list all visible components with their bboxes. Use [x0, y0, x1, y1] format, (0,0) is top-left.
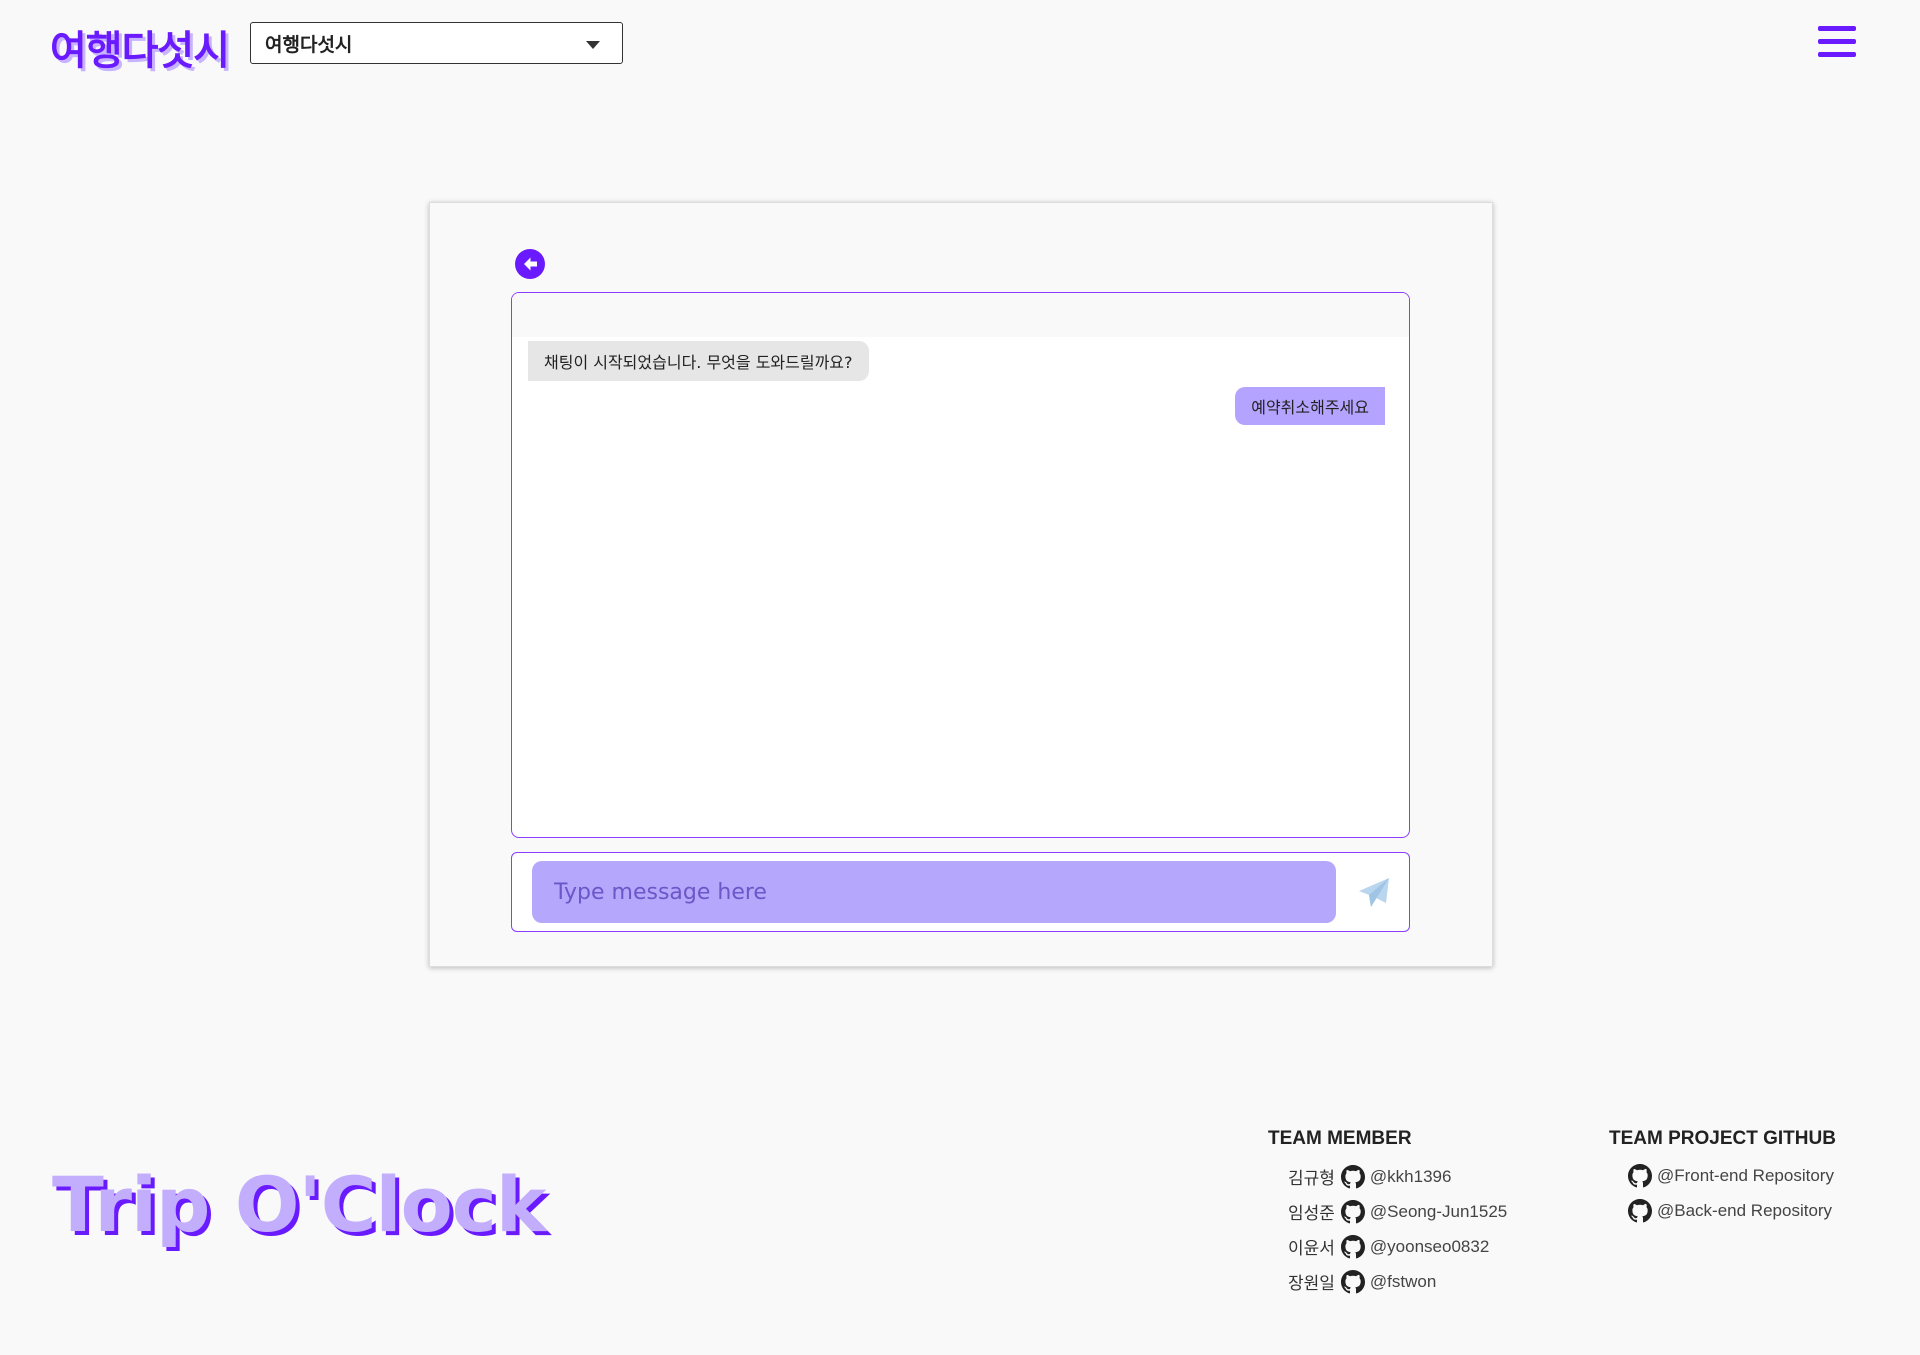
- member-github-link[interactable]: @Seong-Jun1525: [1370, 1202, 1507, 1222]
- user-message: 예약취소해주세요: [1235, 387, 1385, 425]
- chat-message-list[interactable]: 채팅이 시작되었습니다. 무엇을 도와드릴까요? 예약취소해주세요: [511, 292, 1410, 838]
- message-input[interactable]: [532, 861, 1336, 923]
- site-logo[interactable]: 여행다섯시: [50, 18, 230, 76]
- chevron-down-icon: [586, 41, 600, 49]
- chat-card: 채팅이 시작되었습니다. 무엇을 도와드릴까요? 예약취소해주세요: [429, 202, 1493, 967]
- team-member-row: 장원일 @fstwon: [1288, 1269, 1436, 1294]
- member-name: 임성준: [1288, 1204, 1335, 1223]
- back-end-repo-link[interactable]: @Back-end Repository: [1657, 1201, 1832, 1221]
- front-end-repo-link[interactable]: @Front-end Repository: [1657, 1166, 1834, 1186]
- repo-link-row: @Back-end Repository: [1628, 1199, 1832, 1223]
- github-icon: [1340, 1199, 1365, 1223]
- team-github-heading: TEAM PROJECT GITHUB: [1609, 1128, 1836, 1149]
- send-icon[interactable]: [1356, 875, 1392, 911]
- member-github-link[interactable]: @kkh1396: [1370, 1167, 1452, 1187]
- message-composer: [511, 852, 1410, 932]
- team-member-row: 김규형 @kkh1396: [1288, 1164, 1451, 1189]
- github-icon: [1340, 1269, 1365, 1293]
- github-icon: [1340, 1234, 1365, 1258]
- site-select-dropdown[interactable]: 여행다섯시: [250, 22, 623, 64]
- bot-message: 채팅이 시작되었습니다. 무엇을 도와드릴까요?: [528, 341, 869, 381]
- footer-brand-logo: Trip O'Clock: [52, 1160, 546, 1249]
- team-member-row: 임성준 @Seong-Jun1525: [1288, 1199, 1507, 1224]
- site-select-value: 여행다섯시: [265, 33, 353, 56]
- member-github-link[interactable]: @yoonseo0832: [1370, 1237, 1489, 1257]
- hamburger-menu-icon[interactable]: [1818, 26, 1856, 60]
- member-name: 장원일: [1288, 1274, 1335, 1293]
- github-icon: [1628, 1199, 1652, 1223]
- github-icon: [1340, 1164, 1365, 1188]
- member-github-link[interactable]: @fstwon: [1370, 1272, 1436, 1292]
- back-arrow-icon[interactable]: [515, 249, 545, 279]
- team-member-row: 이윤서 @yoonseo0832: [1288, 1234, 1489, 1259]
- github-icon: [1628, 1164, 1652, 1188]
- member-name: 이윤서: [1288, 1239, 1335, 1258]
- repo-link-row: @Front-end Repository: [1628, 1164, 1834, 1188]
- team-member-heading: TEAM MEMBER: [1268, 1128, 1412, 1149]
- member-name: 김규형: [1288, 1169, 1335, 1188]
